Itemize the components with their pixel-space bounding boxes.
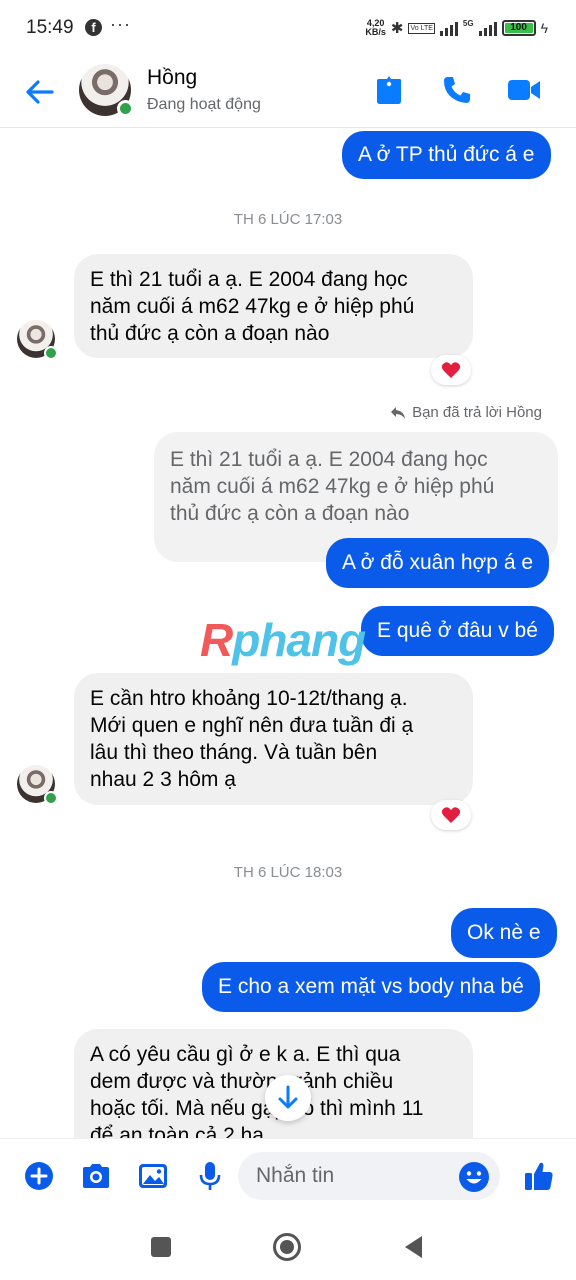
- charging-icon: ϟ: [540, 20, 548, 36]
- camera-button[interactable]: [79, 1159, 113, 1193]
- message-incoming[interactable]: E thì 21 tuổi a ạ. E 2004 đang học năm c…: [74, 254, 473, 358]
- message-outgoing[interactable]: E cho a xem mặt vs body nha bé: [202, 962, 540, 1012]
- message-reaction[interactable]: [431, 355, 471, 385]
- message-incoming[interactable]: E cần htro khoảng 10-12t/thang ạ. Mới qu…: [74, 673, 473, 805]
- facebook-icon: f: [85, 19, 102, 36]
- message-line: Mới quen e nghĩ nên đưa tuần đi ạ: [90, 714, 414, 737]
- thumbs-up-icon: [525, 1162, 553, 1190]
- message-reaction[interactable]: [431, 800, 471, 830]
- heart-icon: [441, 362, 461, 378]
- quoted-line: E thì 21 tuổi a ạ. E 2004 đang học: [170, 448, 488, 471]
- contact-status: Đang hoạt động: [147, 96, 261, 113]
- gallery-button[interactable]: [136, 1159, 170, 1193]
- system-navigation-bar: [0, 1214, 576, 1280]
- shield-button[interactable]: [371, 72, 407, 108]
- arrow-down-icon: [278, 1085, 298, 1109]
- heart-icon: [441, 807, 461, 823]
- watermark-logo: Rphang: [200, 613, 366, 667]
- back-nav-button[interactable]: [398, 1232, 428, 1262]
- phone-icon: [444, 77, 470, 103]
- volte-icon: Vo LTE: [408, 22, 435, 34]
- signal-bars-2-icon: [478, 20, 497, 36]
- message-line: lâu thì theo tháng. Và tuần bên: [90, 741, 378, 764]
- emoji-icon: [459, 1162, 489, 1192]
- message-line: thủ đức ạ còn a đoạn nào: [90, 322, 330, 345]
- video-camera-icon: [508, 80, 540, 100]
- message-outgoing[interactable]: A ở TP thủ đức á e: [342, 131, 551, 179]
- back-arrow-icon: [26, 80, 54, 104]
- bluetooth-icon: ✱: [390, 20, 404, 37]
- message-line: nhau 2 3 hôm ạ: [90, 768, 236, 791]
- online-indicator: [44, 791, 58, 805]
- image-icon: [139, 1164, 167, 1188]
- reply-arrow-icon: [391, 406, 406, 419]
- message-line: E cần htro khoảng 10-12t/thang ạ.: [90, 687, 408, 710]
- more-notifications-icon: ···: [110, 14, 131, 34]
- voice-message-button[interactable]: [193, 1159, 227, 1193]
- chat-header: Hồng Đang hoạt động: [0, 56, 576, 128]
- recent-apps-button[interactable]: [146, 1232, 176, 1262]
- message-outgoing[interactable]: E quê ở đâu v bé: [361, 606, 554, 656]
- online-indicator: [44, 346, 58, 360]
- replied-note: Bạn đã trả lời Hồng: [390, 404, 542, 421]
- contact-name[interactable]: Hồng: [147, 66, 197, 90]
- watermark-part: phang: [232, 614, 366, 666]
- replied-note-text: Bạn đã trả lời Hồng: [412, 404, 542, 421]
- sender-avatar[interactable]: [17, 765, 58, 805]
- message-outgoing[interactable]: A ở đỗ xuân hợp á e: [326, 538, 550, 588]
- message-composer: [0, 1138, 576, 1214]
- camera-icon: [83, 1164, 109, 1188]
- plus-circle-icon: [25, 1162, 53, 1190]
- message-outgoing[interactable]: Ok nè e: [451, 908, 557, 958]
- watermark-part: R: [200, 614, 233, 666]
- message-line: năm cuối á m62 47kg e ở hiệp phú: [90, 295, 415, 318]
- signal-bars-icon: [439, 20, 458, 36]
- message-timestamp: TH 6 LÚC 18:03: [233, 864, 343, 881]
- quoted-line: thủ đức ạ còn a đoạn nào: [170, 502, 410, 525]
- status-indicators: 4,20 KB/s ✱ Vo LTE 5G 100 ϟ: [365, 16, 548, 40]
- battery-level: 100: [510, 22, 527, 33]
- online-indicator: [117, 100, 134, 117]
- home-circle-icon: [273, 1233, 301, 1261]
- scroll-to-bottom-button[interactable]: [265, 1075, 311, 1121]
- status-bar: 15:49 f ··· 4,20 KB/s ✱ Vo LTE 5G 100 ϟ: [0, 0, 576, 56]
- message-line: E thì 21 tuổi a ạ. E 2004 đang học: [90, 268, 408, 291]
- contact-avatar[interactable]: [79, 64, 134, 117]
- network-speed: 4,20 KB/s: [365, 19, 386, 37]
- square-icon: [151, 1237, 171, 1257]
- voice-call-button[interactable]: [439, 72, 475, 108]
- network-type: 5G: [462, 18, 474, 28]
- emoji-button[interactable]: [458, 1161, 490, 1193]
- message-line: A có yêu cầu gì ở e k a. E thì qua: [90, 1043, 401, 1066]
- home-button[interactable]: [272, 1232, 302, 1262]
- triangle-back-icon: [405, 1236, 422, 1258]
- back-button[interactable]: [22, 74, 58, 110]
- microphone-icon: [199, 1162, 221, 1190]
- video-call-button[interactable]: [506, 72, 542, 108]
- quoted-line: năm cuối á m62 47kg e ở hiệp phú: [170, 475, 495, 498]
- sender-avatar[interactable]: [17, 320, 58, 360]
- speed-unit: KB/s: [365, 27, 386, 37]
- status-time: 15:49: [26, 17, 74, 38]
- shield-icon: [377, 76, 401, 104]
- battery-icon: 100: [501, 20, 536, 36]
- more-actions-button[interactable]: [22, 1159, 56, 1193]
- message-timestamp: TH 6 LÚC 17:03: [233, 211, 343, 228]
- like-button[interactable]: [522, 1159, 556, 1193]
- messenger-screen: 15:49 f ··· 4,20 KB/s ✱ Vo LTE 5G 100 ϟ: [0, 0, 576, 1280]
